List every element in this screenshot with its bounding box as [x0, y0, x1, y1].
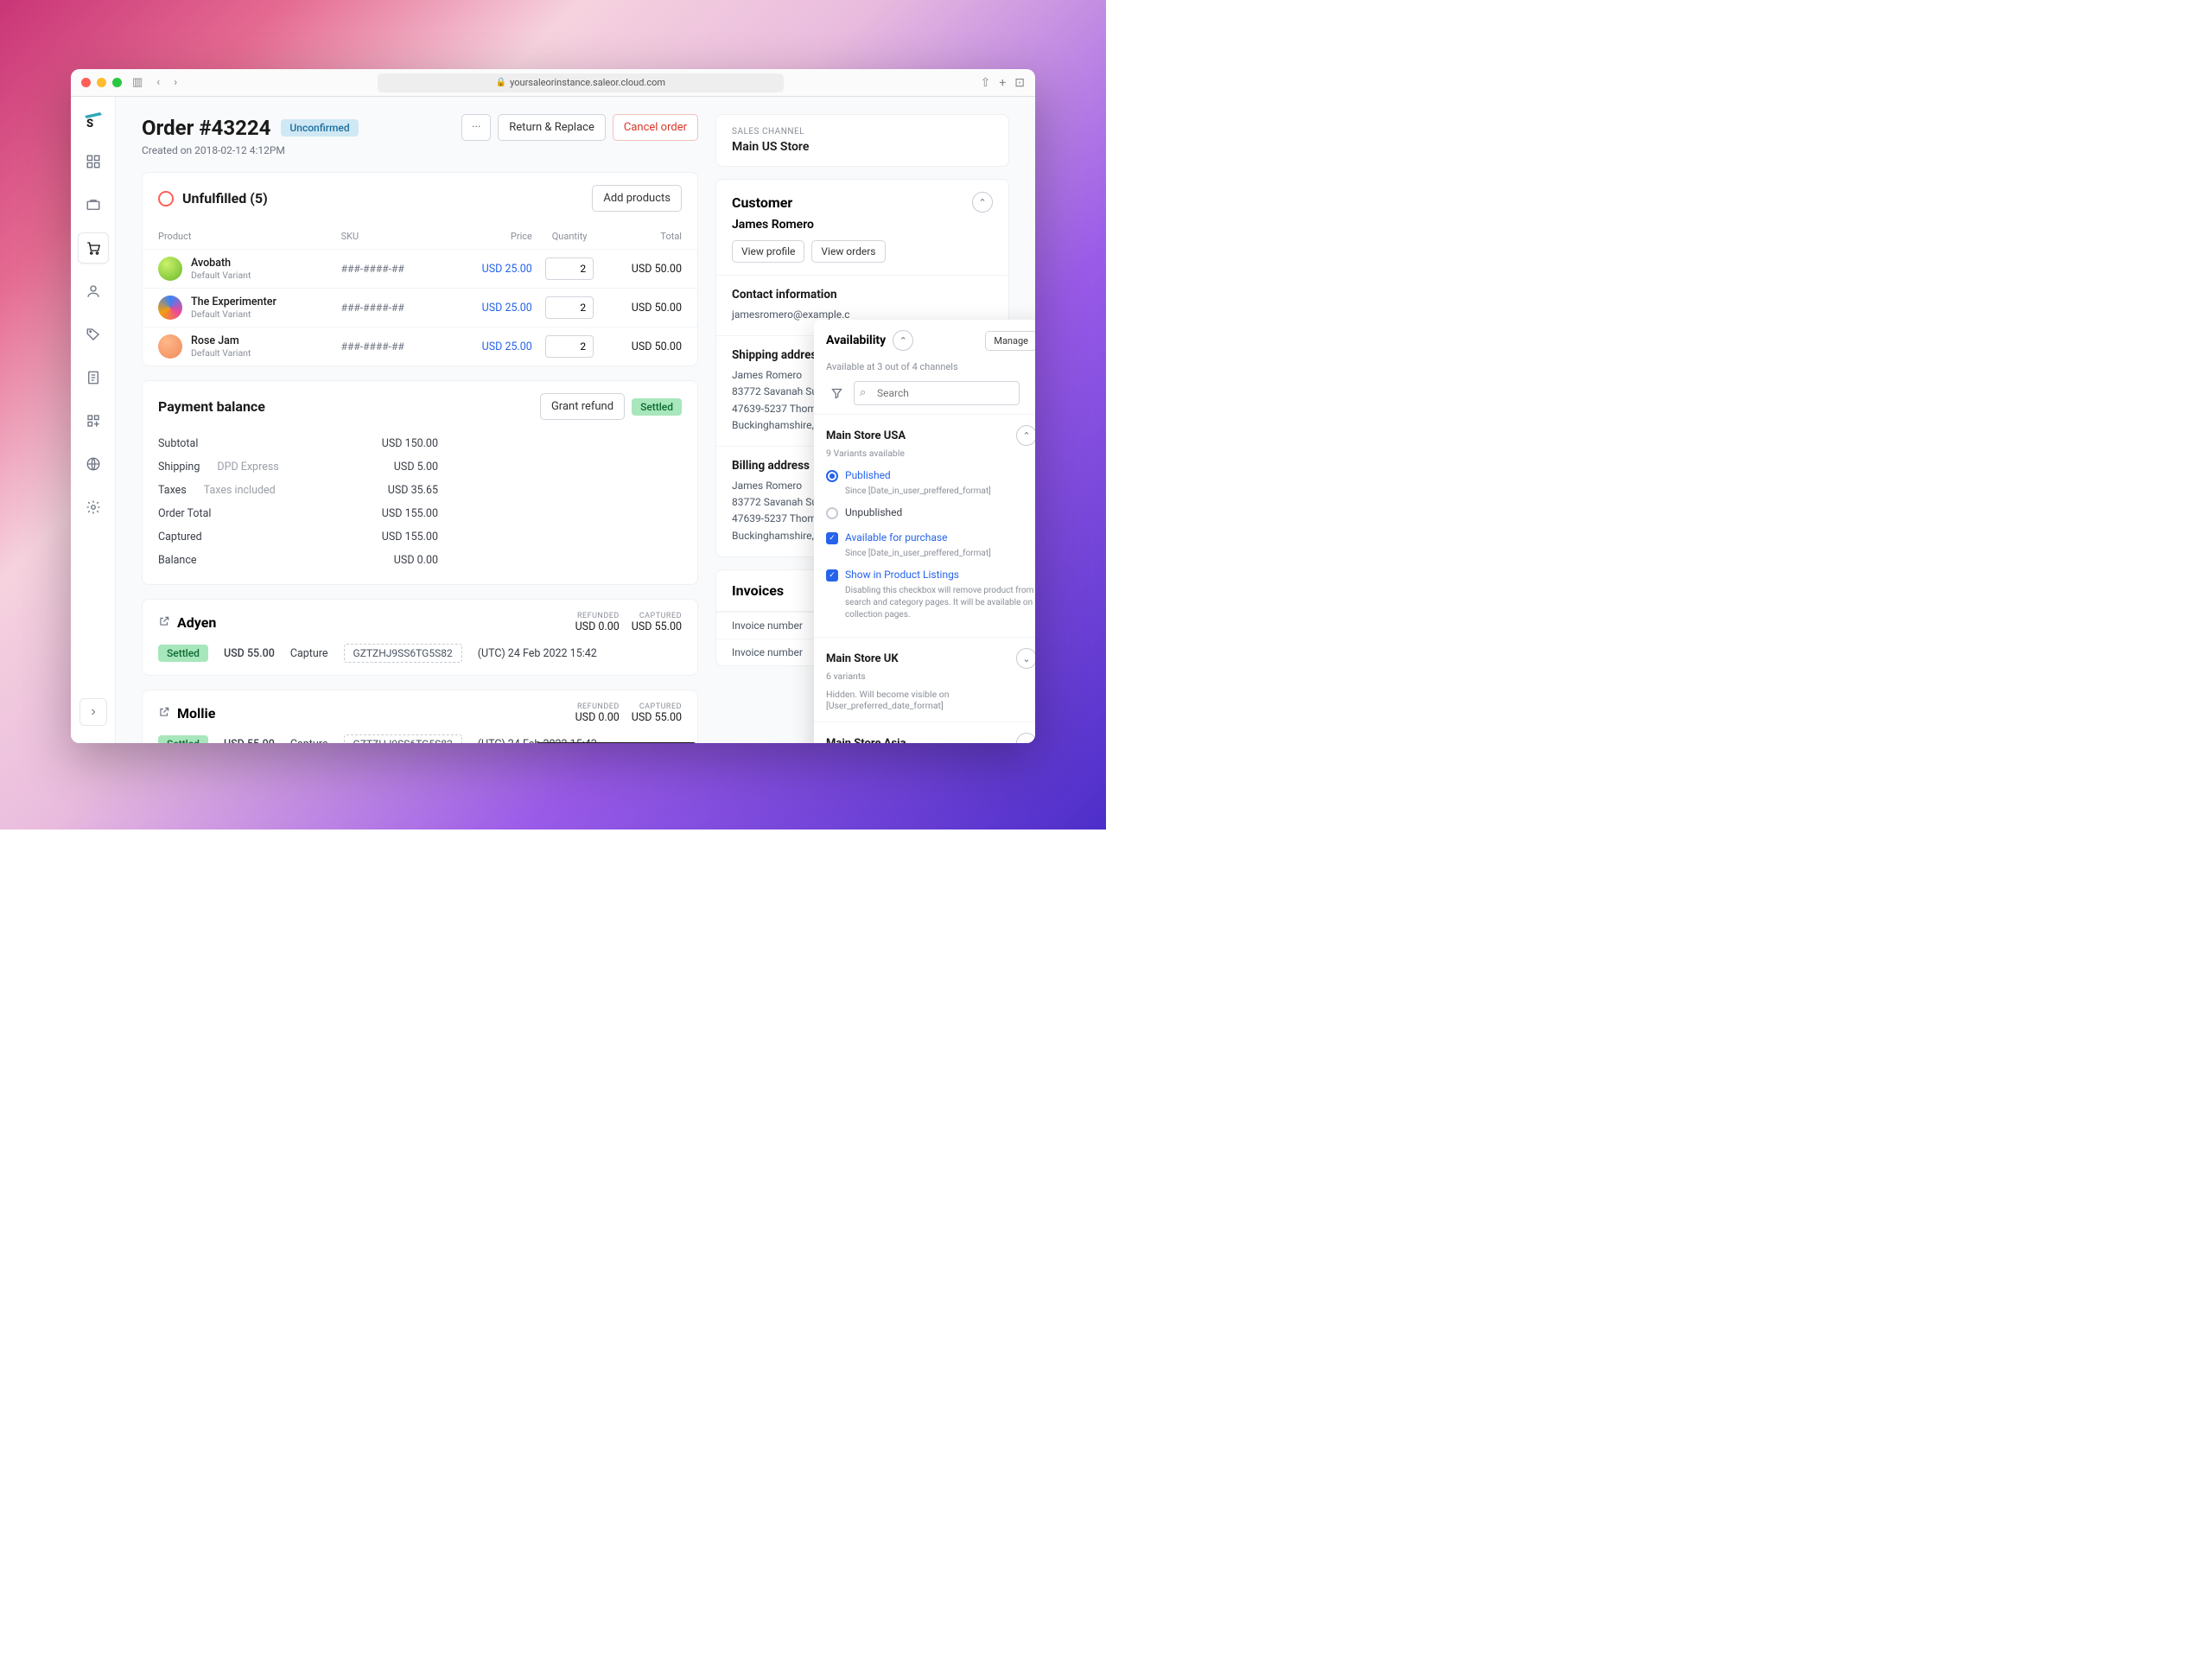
unfulfilled-status-icon — [158, 191, 174, 207]
expand-icon[interactable]: ⌄ — [1016, 648, 1035, 669]
back-button[interactable]: ‹ — [153, 74, 163, 91]
col-sku: SKU — [341, 231, 449, 242]
new-tab-icon[interactable]: + — [999, 76, 1006, 90]
capture-action[interactable]: Capture — [290, 647, 328, 660]
product-thumbnail — [158, 257, 182, 281]
nav-orders[interactable] — [78, 232, 109, 264]
collapse-icon[interactable]: ⌃ — [893, 330, 913, 351]
capture-action[interactable]: Capture — [290, 738, 328, 744]
payment-state-badge: Settled — [632, 398, 682, 416]
sidebar-toggle-icon[interactable]: ▥ — [129, 74, 146, 91]
product-row: The ExperimenterDefault Variant ###-####… — [143, 288, 697, 327]
rail-expand-button[interactable] — [79, 698, 107, 726]
nav-dashboard[interactable] — [78, 146, 109, 177]
quantity-input[interactable] — [545, 257, 594, 280]
window-minimize-icon[interactable] — [97, 78, 106, 87]
transaction-state-badge: Settled — [158, 645, 208, 662]
sales-channel-label: SALES CHANNEL — [732, 127, 993, 137]
sales-channel-value: Main US Store — [732, 140, 993, 154]
more-actions-button[interactable]: ··· — [461, 114, 491, 141]
nav-discounts[interactable] — [78, 319, 109, 350]
url-bar[interactable]: 🔒 yoursaleorinstance.saleor.cloud.com — [378, 73, 784, 92]
product-price-link[interactable]: USD 25.00 — [449, 340, 532, 353]
customer-name: James Romero — [732, 218, 993, 232]
window-zoom-icon[interactable] — [112, 78, 122, 87]
view-orders-button[interactable]: View orders — [811, 240, 885, 263]
show-listings-checkbox[interactable]: ✓Show in Product Listings — [826, 565, 1035, 585]
filter-icon[interactable] — [826, 383, 847, 404]
window-close-icon[interactable] — [81, 78, 91, 87]
nav-pages[interactable] — [78, 362, 109, 393]
nav-customers[interactable] — [78, 276, 109, 307]
transaction-id[interactable]: GZTZHJ9SS6TG5S82 — [344, 734, 462, 743]
search-icon: ⌕ — [860, 386, 866, 399]
share-icon[interactable]: ⇧ — [981, 76, 991, 90]
svg-text:S: S — [86, 118, 93, 128]
order-status-badge: Unconfirmed — [281, 119, 358, 137]
gateway-mollie-card: Mollie REFUNDEDUSD 0.00 CAPTUREDUSD 55.0… — [142, 690, 698, 743]
transaction-state-badge: Settled — [158, 735, 208, 743]
capture-manual-button[interactable]: Capture manual transaction — [535, 742, 697, 743]
product-row: Rose JamDefault Variant ###-####-## USD … — [143, 327, 697, 365]
tabs-icon[interactable]: ⊡ — [1014, 76, 1025, 90]
url-text: yoursaleorinstance.saleor.cloud.com — [510, 77, 665, 88]
view-profile-button[interactable]: View profile — [732, 240, 804, 263]
availability-search-input[interactable] — [854, 381, 1020, 405]
external-link-icon[interactable] — [158, 705, 170, 721]
product-thumbnail — [158, 334, 182, 359]
return-replace-button[interactable]: Return & Replace — [498, 114, 606, 141]
forward-button[interactable]: › — [170, 74, 181, 91]
store-usa: Main Store USA⌃ 9 Variants available Pub… — [814, 414, 1035, 637]
cancel-order-button[interactable]: Cancel order — [613, 114, 698, 141]
col-quantity: Quantity — [532, 231, 607, 242]
add-products-button[interactable]: Add products — [592, 185, 682, 212]
unfulfilled-card: Unfulfilled (5) Add products Product SKU… — [142, 172, 698, 366]
external-link-icon[interactable] — [158, 614, 170, 631]
product-thumbnail — [158, 296, 182, 320]
expand-icon[interactable]: ⌄ — [1016, 733, 1035, 743]
nav-rail: S — [71, 97, 116, 743]
product-price-link[interactable]: USD 25.00 — [449, 302, 532, 315]
transaction-id: GZTZHJ9SS6TG5S82 — [344, 644, 462, 663]
nav-settings[interactable] — [78, 492, 109, 523]
col-product: Product — [158, 231, 341, 242]
app-logo[interactable]: S — [83, 109, 104, 128]
nav-translations[interactable] — [78, 448, 109, 480]
gateway-adyen-card: Adyen REFUNDEDUSD 0.00 CAPTUREDUSD 55.00… — [142, 599, 698, 676]
store-uk[interactable]: Main Store UK⌄ 6 variants Hidden. Will b… — [814, 637, 1035, 721]
quantity-input[interactable] — [545, 335, 594, 358]
col-total: Total — [607, 231, 682, 242]
grant-refund-button[interactable]: Grant refund — [540, 393, 625, 420]
store-asia[interactable]: Main Store Asia⌄ All variants Visible. W… — [814, 721, 1035, 743]
browser-toolbar: ▥ ‹ › 🔒 yoursaleorinstance.saleor.cloud.… — [71, 69, 1035, 97]
unpublished-radio[interactable]: Unpublished — [826, 503, 1035, 523]
created-timestamp: Created on 2018-02-12 4:12PM — [142, 144, 698, 156]
browser-window: ▥ ‹ › 🔒 yoursaleorinstance.saleor.cloud.… — [71, 69, 1035, 743]
page-title: Order #43224 — [142, 116, 270, 140]
manage-button[interactable]: Manage — [985, 331, 1035, 351]
product-row: AvobathDefault Variant ###-####-## USD 2… — [143, 249, 697, 288]
col-price: Price — [449, 231, 532, 242]
availability-panel: Availability ⌃ Manage Available at 3 out… — [814, 320, 1035, 743]
available-checkbox[interactable]: ✓Available for purchase — [826, 528, 1035, 548]
unfulfilled-title: Unfulfilled (5) — [182, 190, 268, 207]
published-radio[interactable]: Published — [826, 466, 1035, 486]
nav-catalog[interactable] — [78, 189, 109, 220]
collapse-icon[interactable]: ⌃ — [1016, 425, 1035, 446]
product-price-link[interactable]: USD 25.00 — [449, 263, 532, 276]
lock-icon: 🔒 — [496, 78, 506, 87]
quantity-input[interactable] — [545, 296, 594, 319]
payment-balance-card: Payment balance Grant refund Settled Sub… — [142, 380, 698, 585]
payment-title: Payment balance — [158, 398, 265, 415]
nav-apps[interactable] — [78, 405, 109, 436]
collapse-icon[interactable]: ⌃ — [972, 192, 993, 213]
